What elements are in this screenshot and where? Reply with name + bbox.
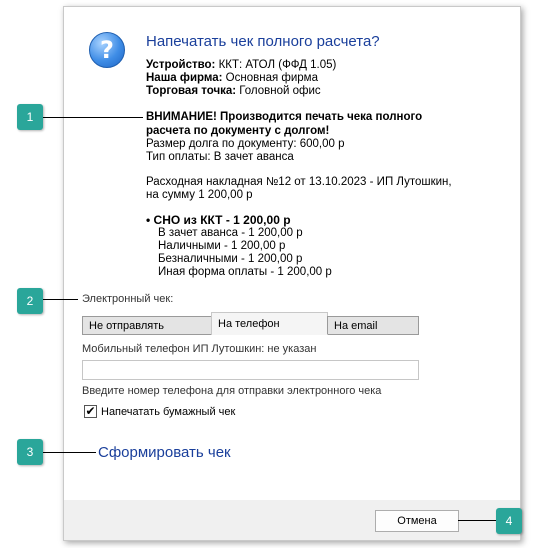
callout-3: 3 (17, 439, 43, 465)
callout-1-leader (43, 117, 143, 118)
callout-4-leader (458, 520, 496, 521)
ereceipt-tabs: Не отправлять На телефон На email (82, 312, 419, 335)
tab-phone[interactable]: На телефон (211, 312, 328, 335)
sno-total: • СНО из ККТ - 1 200,00 р (146, 213, 291, 227)
debt-warning: ВНИМАНИЕ! Производится печать чека полно… (146, 111, 423, 137)
invoice-line-1: Расходная накладная №12 от 13.10.2023 - … (146, 176, 452, 188)
company-value: Основная фирма (222, 72, 318, 84)
phone-input[interactable] (82, 360, 419, 380)
device-row: Устройство: ККТ: АТОЛ (ФФД 1.05) (146, 59, 336, 71)
callout-2: 2 (17, 288, 43, 314)
payment-item: Безналичными - 1 200,00 р (158, 253, 303, 265)
point-value: Головной офис (236, 85, 321, 97)
phone-hint: Введите номер телефона для отправки элек… (82, 385, 382, 397)
debt-amount: Размер долга по документу: 600,00 р (146, 138, 345, 150)
device-value: ККТ: АТОЛ (ФФД 1.05) (215, 59, 337, 71)
phone-label: Мобильный телефон ИП Лутошкин: не указан (82, 343, 317, 355)
callout-2-leader (43, 299, 78, 300)
tab-email[interactable]: На email (327, 316, 419, 334)
invoice-line-2: на сумму 1 200,00 р (146, 189, 253, 201)
callout-4: 4 (496, 508, 522, 534)
question-icon: ? (89, 32, 125, 68)
callout-3-leader (43, 452, 96, 453)
company-row: Наша фирма: Основная фирма (146, 72, 318, 84)
dialog-title: Напечатать чек полного расчета? (146, 33, 380, 50)
print-receipt-dialog: ? Напечатать чек полного расчета? Устрой… (63, 6, 521, 541)
form-receipt-link[interactable]: Сформировать чек (98, 444, 231, 461)
company-label: Наша фирма: (146, 72, 223, 84)
payment-item: Наличными - 1 200,00 р (158, 240, 286, 252)
point-row: Торговая точка: Головной офис (146, 85, 321, 97)
payment-item: Иная форма оплаты - 1 200,00 р (158, 266, 332, 278)
cancel-button[interactable]: Отмена (375, 510, 459, 532)
ereceipt-label: Электронный чек: (82, 293, 174, 305)
print-paper-checkbox[interactable]: ✔ (84, 405, 97, 418)
payment-item: В зачет аванса - 1 200,00 р (158, 227, 303, 239)
point-label: Торговая точка: (146, 85, 237, 97)
payment-type: Тип оплаты: В зачет аванса (146, 151, 294, 163)
print-paper-label[interactable]: Напечатать бумажный чек (101, 406, 235, 418)
device-label: Устройство: (146, 59, 216, 71)
tab-no-send[interactable]: Не отправлять (82, 316, 212, 334)
callout-1: 1 (17, 104, 43, 130)
